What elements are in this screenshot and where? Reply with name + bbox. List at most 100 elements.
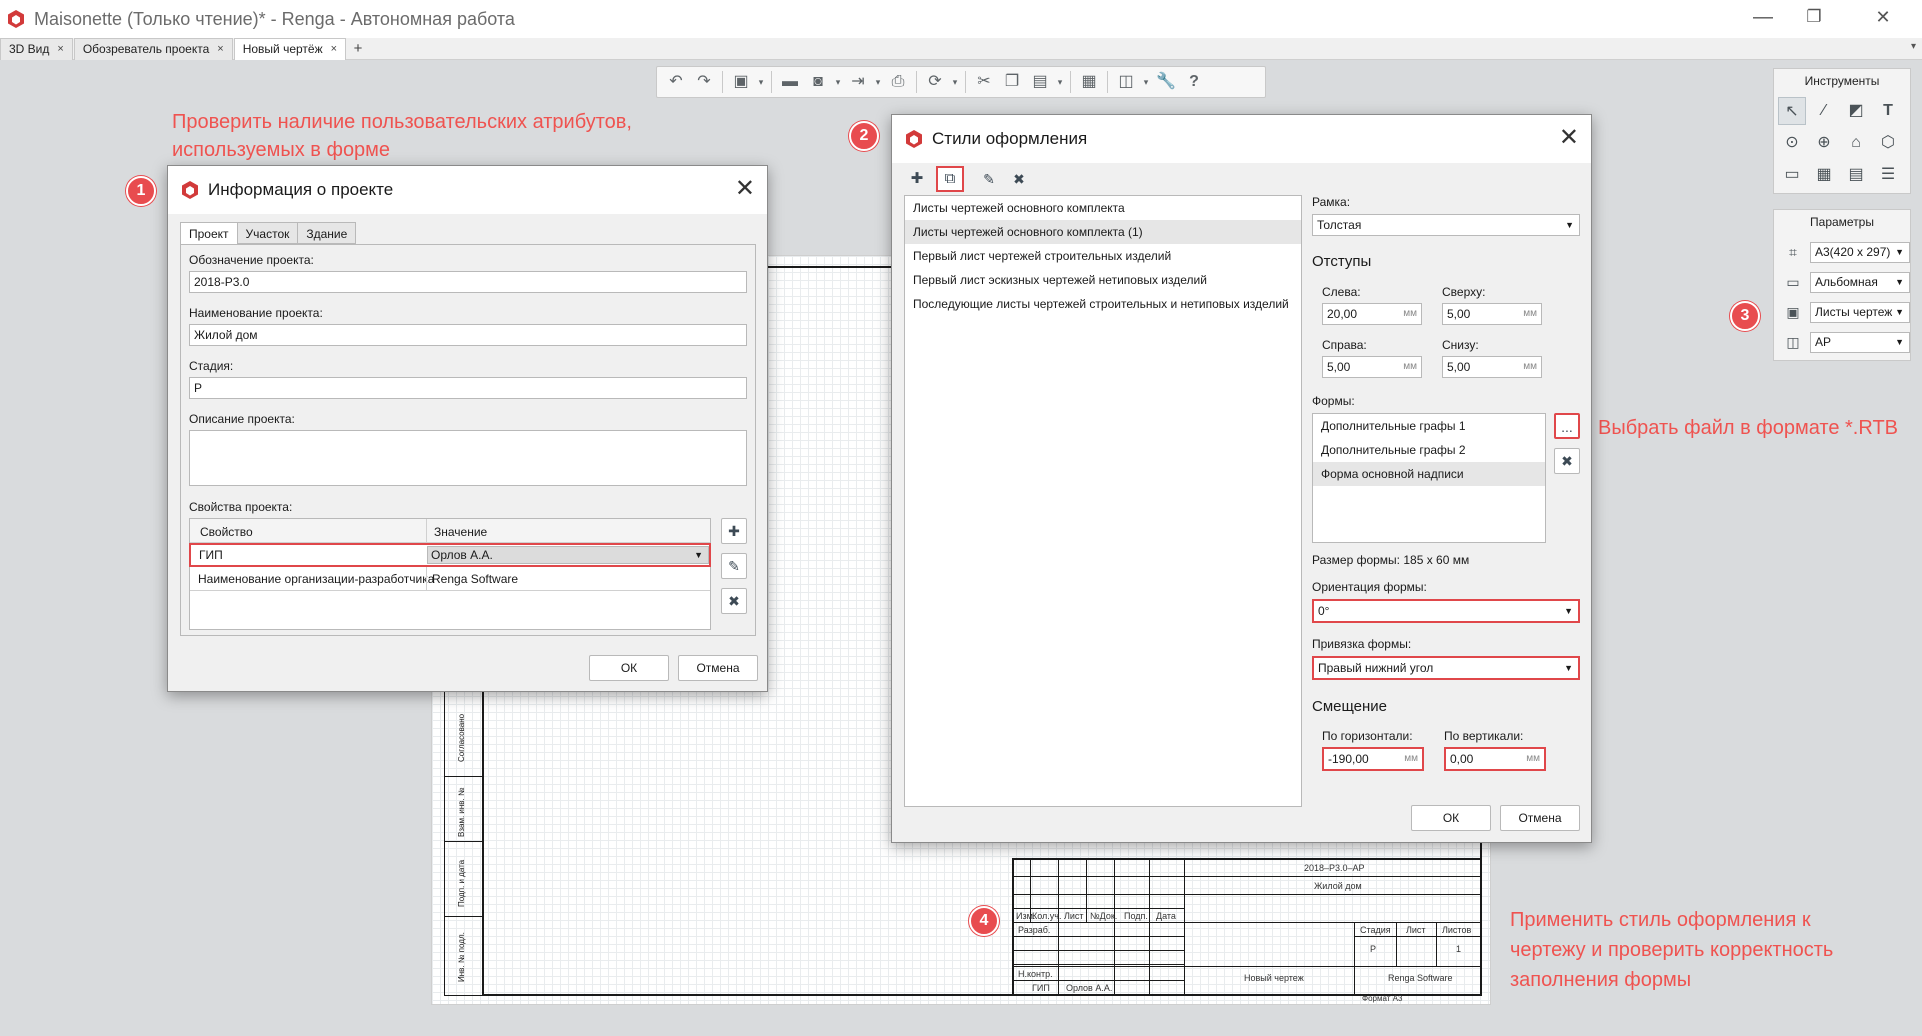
stage-input[interactable]: Р <box>189 377 747 399</box>
list-item[interactable]: Дополнительные графы 1 <box>1313 414 1545 438</box>
close-window-button[interactable]: ✕ <box>1872 6 1894 28</box>
title-block: 2018–Р3.0–АР Жилой дом Изм. Кол.уч. Лист… <box>1012 858 1482 996</box>
sheet-format-icon[interactable]: ▭ <box>1778 161 1806 189</box>
help-icon[interactable]: ? <box>1181 70 1207 94</box>
list-item[interactable]: Первый лист чертежей строительных издели… <box>905 244 1301 268</box>
ok-button[interactable]: ОК <box>589 655 669 681</box>
list-tool-icon[interactable]: ☰ <box>1874 161 1902 189</box>
list-item[interactable]: Последующие листы чертежей строительных … <box>905 292 1301 316</box>
cancel-button[interactable]: Отмена <box>1500 805 1580 831</box>
tab-project-explorer[interactable]: Обозреватель проекта × <box>73 38 233 60</box>
ok-button[interactable]: ОК <box>1411 805 1491 831</box>
grid-icon[interactable]: ▦ <box>1076 70 1102 94</box>
tab-building[interactable]: Здание <box>298 222 357 244</box>
hatch-tool-icon[interactable]: ◩ <box>1842 97 1870 125</box>
level-tool-icon[interactable]: ⊕ <box>1810 129 1838 157</box>
dropdown-icon[interactable]: ▾ <box>1141 70 1151 94</box>
dropdown-icon[interactable]: ▾ <box>1055 70 1065 94</box>
close-icon[interactable]: ✕ <box>735 176 755 202</box>
form-size-text: Размер формы: 185 х 60 мм <box>1312 553 1470 567</box>
dropdown-icon[interactable]: ▾ <box>873 70 883 94</box>
tab-new-drawing[interactable]: Новый чертёж × <box>233 38 347 60</box>
tab-close-icon[interactable]: × <box>331 39 337 60</box>
list-item-selected[interactable]: Форма основной надписи <box>1313 462 1545 486</box>
cut-icon[interactable]: ✂ <box>971 70 997 94</box>
chevron-down-icon: ▼ <box>1895 277 1904 287</box>
close-icon[interactable]: ✕ <box>1559 125 1579 151</box>
redo-icon[interactable]: ↷ <box>691 70 717 94</box>
tabs-dropdown-icon[interactable]: ▾ <box>1911 41 1916 52</box>
add-tab-button[interactable]: + <box>347 38 369 59</box>
text-tool-icon[interactable]: T <box>1874 97 1902 125</box>
dropdown-icon[interactable]: ▾ <box>950 70 960 94</box>
view-tool-icon[interactable]: ⌂ <box>1842 129 1870 157</box>
description-input[interactable] <box>189 430 747 486</box>
value-select[interactable]: Орлов А.А. ▼ <box>427 546 709 564</box>
delete-form-button[interactable]: ✖ <box>1554 448 1580 474</box>
browse-rtb-button[interactable]: ... <box>1554 413 1580 439</box>
list-item[interactable]: Дополнительные графы 2 <box>1313 438 1545 462</box>
list-item[interactable]: Первый лист эскизных чертежей нетиповых … <box>905 268 1301 292</box>
save-icon[interactable]: ◙ <box>805 70 831 94</box>
right-margin-input[interactable]: 5,00 мм <box>1322 356 1422 378</box>
tab-3d-view[interactable]: 3D Вид × <box>0 38 73 60</box>
params-panel: Параметры ⌗ А3(420 x 297) ▼ ▭ Альбомная ▼ … <box>1773 209 1911 361</box>
select-arrow-icon[interactable]: ↖ <box>1778 97 1806 125</box>
vertical-offset-label: По вертикали: <box>1444 729 1524 743</box>
table-tool-icon[interactable]: ▦ <box>1810 161 1838 189</box>
layers-icon[interactable]: ◫ <box>1113 70 1139 94</box>
list-item-selected[interactable]: Листы чертежей основного комплекта (1) <box>905 220 1301 244</box>
model-view-icon[interactable]: ⬡ <box>1874 129 1902 157</box>
delete-style-icon[interactable]: ✖ <box>1006 167 1032 191</box>
export-icon[interactable]: ⇥ <box>845 70 871 94</box>
unit-label: мм <box>1404 753 1418 764</box>
bottom-margin-input[interactable]: 5,00 мм <box>1442 356 1542 378</box>
edit-style-icon[interactable]: ✎ <box>976 167 1002 191</box>
spec-table-icon[interactable]: ▤ <box>1842 161 1870 189</box>
name-input[interactable]: Жилой дом <box>189 324 747 346</box>
unit-label: мм <box>1523 308 1537 319</box>
table-header: Свойство Значение <box>190 519 710 543</box>
orientation-select[interactable]: Альбомная ▼ <box>1810 272 1910 293</box>
table-row[interactable]: Наименование организации-разработчика Re… <box>190 567 710 591</box>
open-folder-icon[interactable]: ▬ <box>777 70 803 94</box>
designation-label: Обозначение проекта: <box>189 253 314 267</box>
print-icon[interactable]: ⎙ <box>885 70 911 94</box>
orientation-select[interactable]: 0° ▼ <box>1312 599 1580 623</box>
style-code-select[interactable]: АР ▼ <box>1810 332 1910 353</box>
minimize-button[interactable]: — <box>1752 6 1774 28</box>
line-tool-icon[interactable]: ∕ <box>1810 97 1838 125</box>
sync-icon[interactable]: ⟳ <box>922 70 948 94</box>
paste-icon[interactable]: ▤ <box>1027 70 1053 94</box>
vertical-offset-input[interactable]: 0,00 мм <box>1444 747 1546 771</box>
anchor-select[interactable]: Правый нижний угол ▼ <box>1312 656 1580 680</box>
top-margin-input[interactable]: 5,00 мм <box>1442 303 1542 325</box>
dropdown-icon[interactable]: ▾ <box>756 70 766 94</box>
list-item[interactable]: Листы чертежей основного комплекта <box>905 196 1301 220</box>
copy-icon[interactable]: ❐ <box>999 70 1025 94</box>
cube-icon[interactable]: ▣ <box>728 70 754 94</box>
tab-close-icon[interactable]: × <box>57 39 63 60</box>
horizontal-offset-input[interactable]: -190,00 мм <box>1322 747 1424 771</box>
undo-icon[interactable]: ↶ <box>663 70 689 94</box>
tab-project[interactable]: Проект <box>180 222 238 244</box>
dimension-tool-icon[interactable]: ⊙ <box>1778 129 1806 157</box>
left-margin-input[interactable]: 20,00 мм <box>1322 303 1422 325</box>
dropdown-icon[interactable]: ▾ <box>833 70 843 94</box>
designation-input[interactable]: 2018-Р3.0 <box>189 271 747 293</box>
add-property-button[interactable]: ✚ <box>721 518 747 544</box>
restore-button[interactable]: ❐ <box>1803 6 1825 28</box>
format-select[interactable]: А3(420 x 297) ▼ <box>1810 242 1910 263</box>
sheet-style-select[interactable]: Листы чертеж ▼ <box>1810 302 1910 323</box>
edit-property-button[interactable]: ✎ <box>721 553 747 579</box>
duplicate-style-icon[interactable]: ⧉ <box>936 166 964 192</box>
wrench-icon[interactable]: 🔧 <box>1153 70 1179 94</box>
format-value: А3(420 x 297) <box>1815 245 1891 259</box>
tab-site[interactable]: Участок <box>237 222 299 244</box>
cancel-button[interactable]: Отмена <box>678 655 758 681</box>
table-row[interactable]: ГИП Орлов А.А. ▼ <box>189 543 711 567</box>
frame-select[interactable]: Толстая ▼ <box>1312 214 1580 236</box>
add-style-icon[interactable]: ✚ <box>904 167 930 191</box>
delete-property-button[interactable]: ✖ <box>721 588 747 614</box>
tab-close-icon[interactable]: × <box>217 39 223 60</box>
